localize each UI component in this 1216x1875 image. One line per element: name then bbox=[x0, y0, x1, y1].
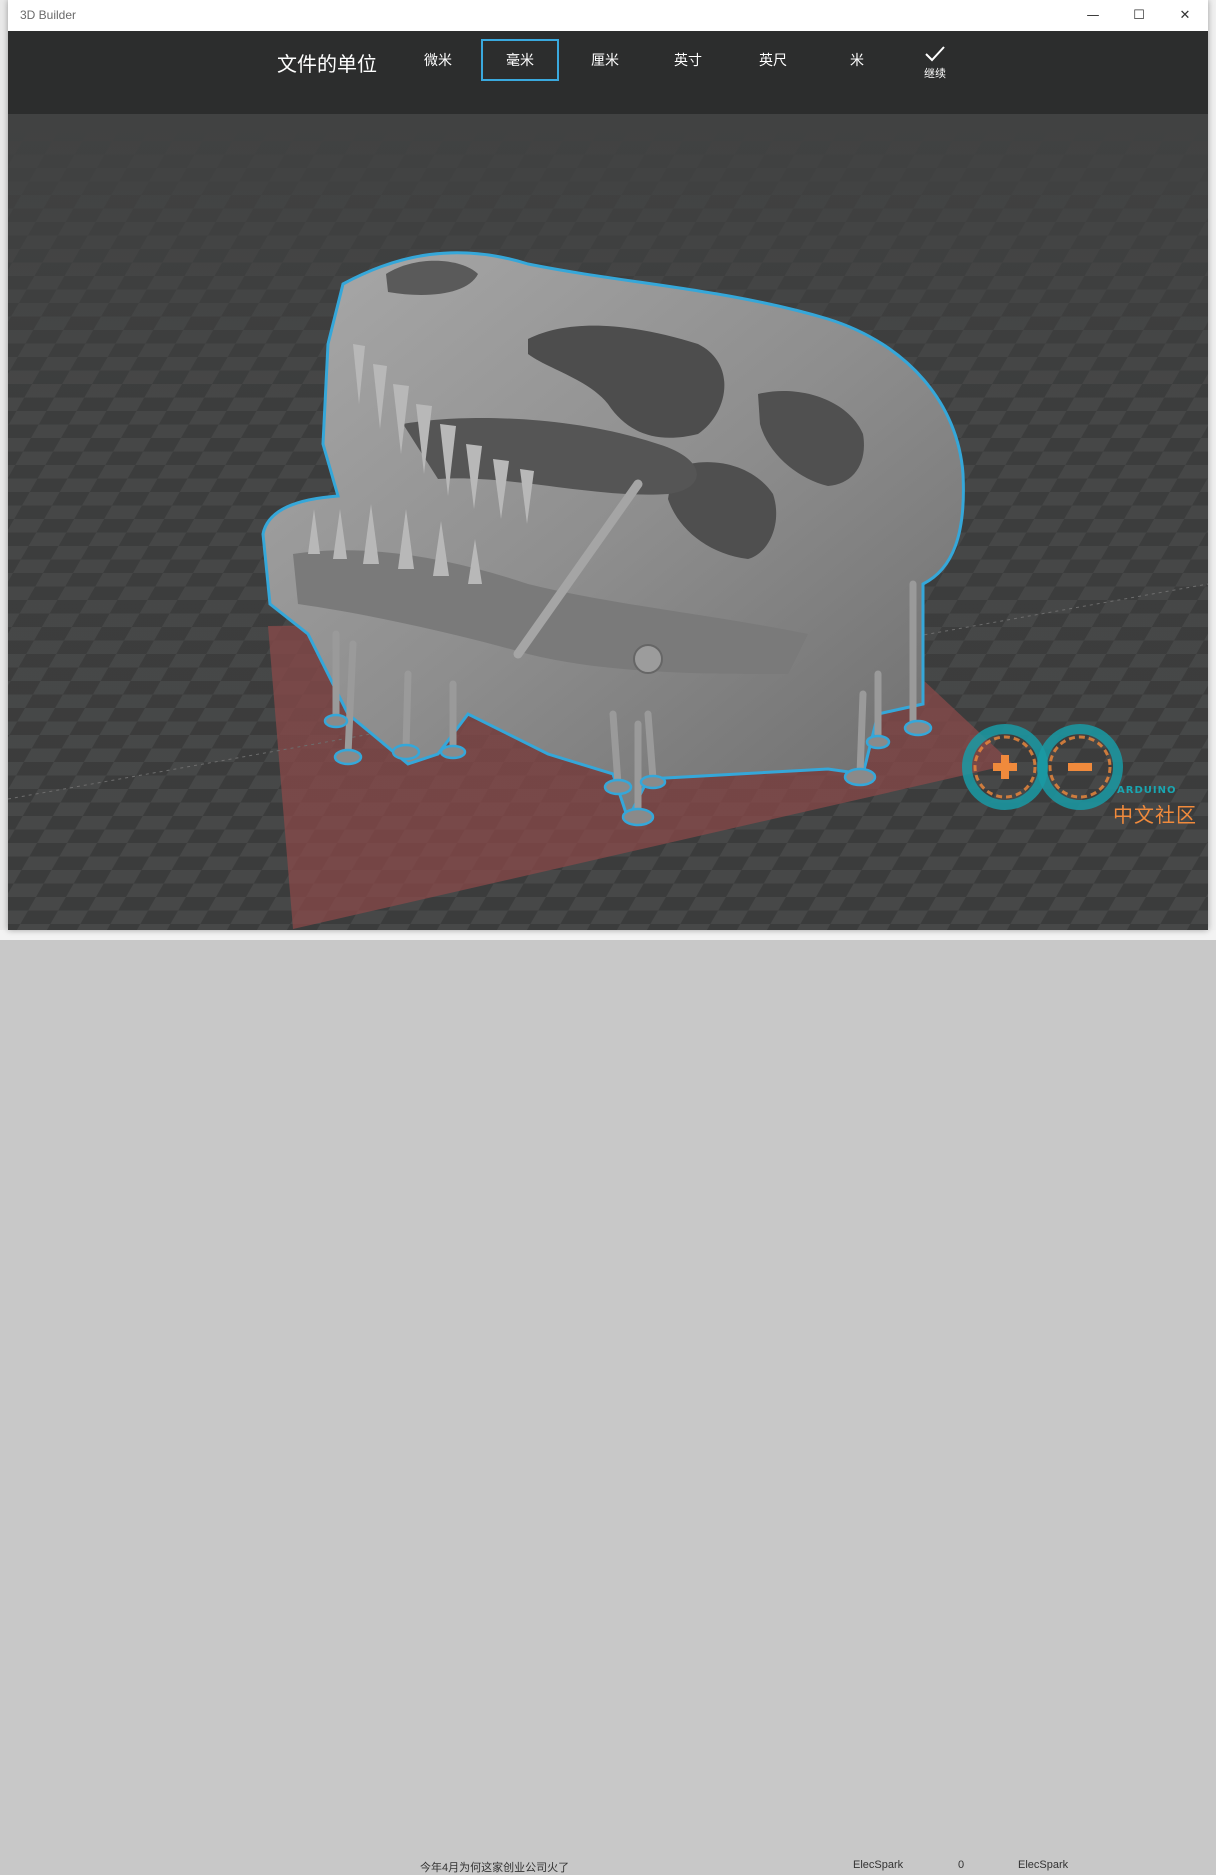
continue-button[interactable]: 继续 bbox=[908, 45, 962, 85]
checkmark-icon bbox=[925, 46, 945, 62]
minimize-button[interactable]: — bbox=[1070, 0, 1116, 31]
desktop-background-right bbox=[1208, 0, 1216, 940]
jaw-hinge bbox=[633, 644, 663, 674]
watermark-brand-en: ARDUINO bbox=[1117, 785, 1177, 796]
unit-label: 英尺 bbox=[759, 53, 787, 69]
unit-millimeter-button[interactable]: 毫米 bbox=[481, 39, 559, 81]
title-bar[interactable]: 3D Builder — ☐ ✕ bbox=[8, 0, 1208, 31]
file-units-title: 文件的单位 bbox=[277, 52, 377, 76]
unit-toolbar: 文件的单位 微米 毫米 厘米 英寸 英尺 米 继续 bbox=[8, 31, 1208, 114]
maximize-button[interactable]: ☐ bbox=[1116, 0, 1162, 31]
bg-row-title: 今年4月为何这家创业公司火了 bbox=[420, 1862, 570, 1874]
unit-foot-button[interactable]: 英尺 bbox=[734, 39, 812, 81]
close-button[interactable]: ✕ bbox=[1162, 0, 1208, 31]
app-title: 3D Builder bbox=[20, 8, 77, 22]
close-icon: ✕ bbox=[1179, 8, 1191, 23]
unit-micrometer-button[interactable]: 微米 bbox=[399, 39, 477, 81]
unit-inch-button[interactable]: 英寸 bbox=[649, 39, 727, 81]
bg-row-count: 0 bbox=[958, 1859, 965, 1871]
unit-label: 毫米 bbox=[506, 53, 534, 69]
watermark-brand-cn: 中文社区 bbox=[1113, 803, 1197, 827]
unit-label: 米 bbox=[850, 53, 864, 69]
bg-row-last-author: ElecSpark bbox=[1018, 1859, 1069, 1871]
unit-centimeter-button[interactable]: 厘米 bbox=[566, 39, 644, 81]
unit-label: 微米 bbox=[424, 53, 452, 69]
maximize-icon: ☐ bbox=[1133, 8, 1145, 23]
unit-label: 厘米 bbox=[591, 53, 619, 69]
desktop-background-left bbox=[0, 0, 8, 940]
continue-label: 继续 bbox=[924, 67, 946, 80]
bg-row-author: ElecSpark bbox=[853, 1859, 904, 1871]
arduino-watermark: ARDUINO 中文社区 bbox=[955, 717, 1200, 827]
unit-label: 英寸 bbox=[674, 53, 702, 69]
unit-meter-button[interactable]: 米 bbox=[818, 39, 896, 81]
minimize-icon: — bbox=[1086, 8, 1100, 23]
background-window-row: 今年4月为何这家创业公司火了 ElecSpark 0 ElecSpark bbox=[0, 930, 1216, 1874]
